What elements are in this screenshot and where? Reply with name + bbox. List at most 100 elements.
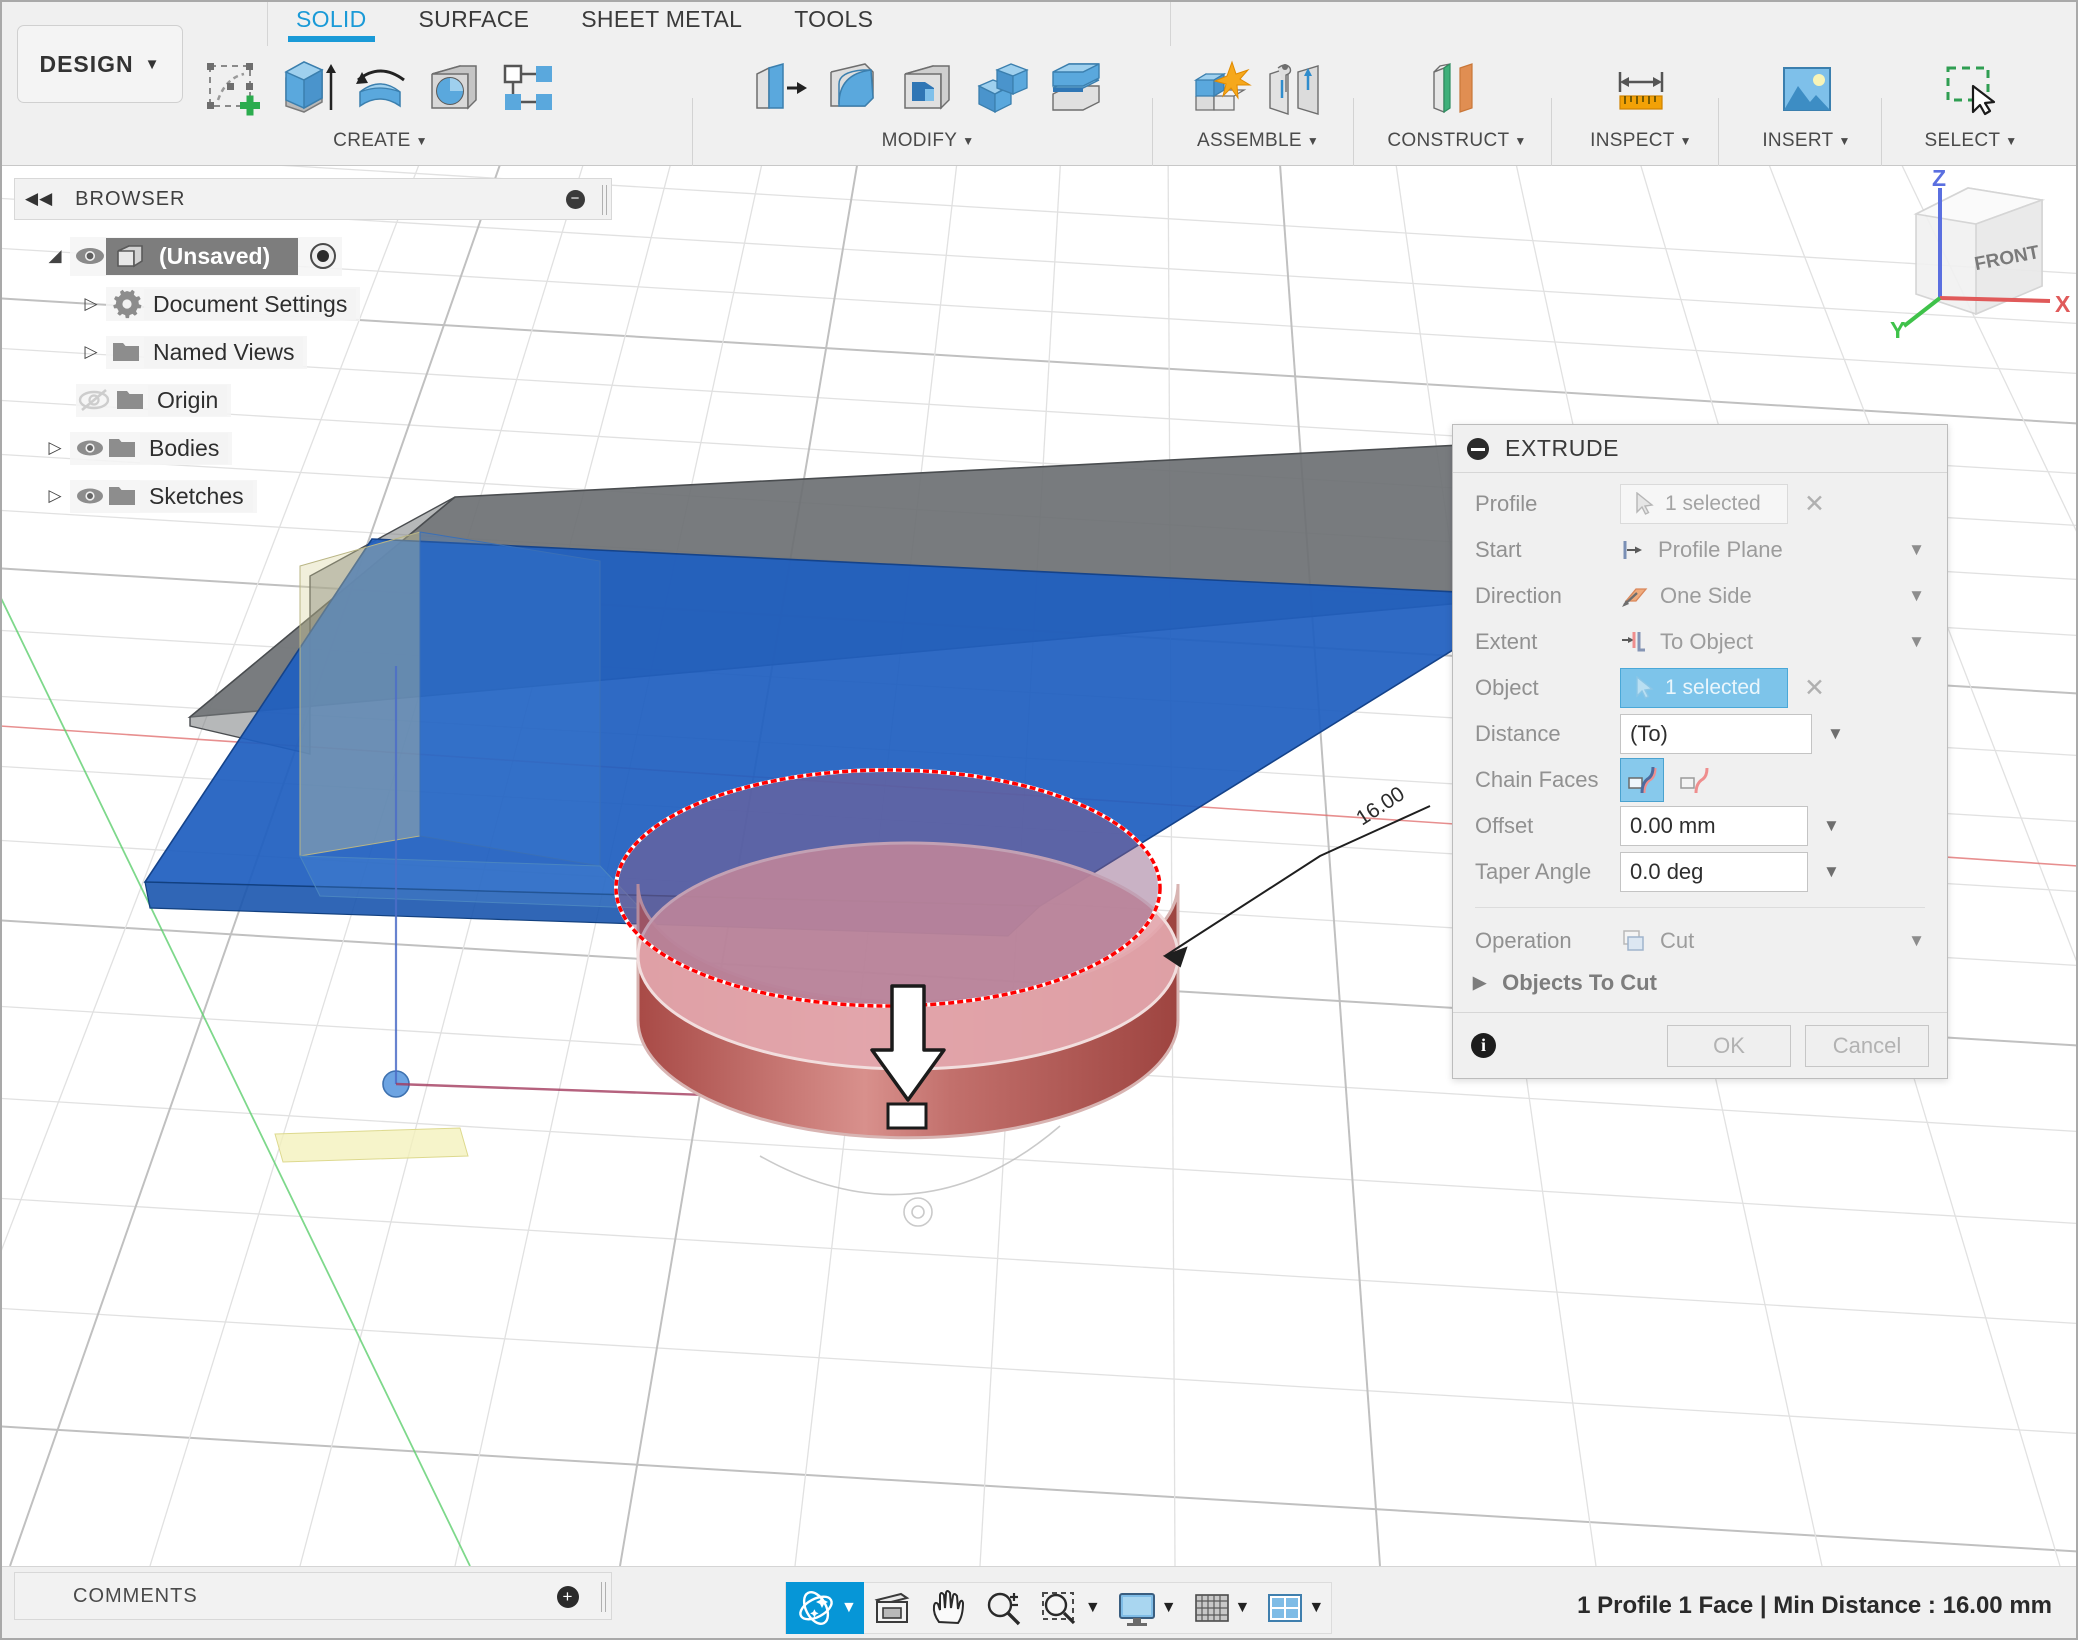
construction-plane-yellow — [300, 532, 420, 856]
joint-icon[interactable] — [1258, 52, 1332, 126]
construction-plane-blue — [420, 532, 600, 866]
fillet-icon[interactable] — [817, 52, 891, 126]
measure-icon[interactable] — [1604, 52, 1678, 126]
extent-value-wrap: To Object — [1620, 629, 1753, 655]
chevron-down-icon[interactable]: ▼ — [1823, 816, 1840, 836]
direction-label: Direction — [1475, 583, 1620, 609]
chevron-down-icon[interactable]: ▼ — [1823, 862, 1840, 882]
operation-dropdown[interactable]: Cut ▼ — [1620, 928, 1947, 954]
pattern-icon[interactable] — [492, 52, 566, 126]
unsaved-label-wrap: (Unsaved) — [106, 238, 298, 275]
clear-object-icon[interactable]: ✕ — [1804, 676, 1825, 701]
objects-to-cut-expander[interactable]: ▶ Objects To Cut — [1453, 964, 1947, 1010]
tree-item-unsaved[interactable]: ◢ (Unsaved) — [14, 232, 614, 280]
hole-icon[interactable] — [418, 52, 492, 126]
extent-dropdown[interactable]: To Object ▼ — [1620, 629, 1947, 655]
start-dropdown[interactable]: Profile Plane ▼ — [1620, 537, 1947, 563]
tab-solid[interactable]: SOLID — [270, 0, 393, 46]
comments-panel[interactable]: COMMENTS + — [14, 1572, 612, 1620]
tree-item-label: Document Settings — [144, 289, 356, 320]
display-settings-button[interactable]: ▼ — [1108, 1582, 1184, 1634]
chain-faces-off-button[interactable] — [1672, 758, 1716, 802]
split-face-icon[interactable] — [1039, 52, 1113, 126]
cancel-button[interactable]: Cancel — [1805, 1025, 1929, 1067]
tree-item-bodies[interactable]: ▷ Bodies — [14, 424, 614, 472]
expand-arrow-icon[interactable]: ▷ — [76, 294, 106, 314]
ribbon-group-construct-label[interactable]: CONSTRUCT ▼ — [1387, 130, 1526, 152]
distance-input[interactable]: (To) — [1620, 714, 1812, 754]
tree-item-named-views[interactable]: ▷ Named Views — [14, 328, 614, 376]
combine-icon[interactable] — [965, 52, 1039, 126]
eye-hidden-icon[interactable] — [76, 386, 114, 414]
expand-arrow-icon[interactable]: ▷ — [40, 486, 70, 506]
zoom-window-button[interactable]: ▼ — [1032, 1582, 1108, 1634]
chevron-down-icon: ▼ — [1838, 134, 1850, 148]
pan-button[interactable] — [920, 1582, 976, 1634]
grid-snap-button[interactable]: ▼ — [1184, 1582, 1258, 1634]
collapse-browser-icon[interactable]: ◀◀ — [25, 189, 53, 209]
browser-title: BROWSER — [75, 188, 185, 211]
inspect-icons — [1604, 46, 1678, 130]
ribbon-group-create-label[interactable]: CREATE ▼ — [333, 130, 428, 152]
browser-resize-grip[interactable] — [602, 185, 607, 215]
press-pull-icon[interactable] — [743, 52, 817, 126]
offset-plane-icon[interactable] — [1420, 52, 1494, 126]
object-select-field[interactable]: 1 selected — [1620, 668, 1788, 708]
ribbon-group-assemble-label[interactable]: ASSEMBLE ▼ — [1197, 130, 1319, 152]
tab-sheet-metal[interactable]: SHEET METAL — [555, 0, 768, 46]
collapse-dialog-icon[interactable] — [1467, 438, 1489, 460]
revolve-icon[interactable] — [344, 52, 418, 126]
one-side-icon — [1620, 583, 1648, 609]
expand-arrow-icon[interactable]: ▷ — [40, 438, 70, 458]
extent-value: To Object — [1660, 629, 1753, 655]
tab-surface[interactable]: SURFACE — [393, 0, 556, 46]
minimize-icon[interactable]: − — [566, 190, 585, 209]
eye-visible-icon[interactable] — [74, 483, 106, 509]
zoom-button[interactable] — [976, 1582, 1032, 1634]
eye-visible-icon[interactable] — [74, 243, 106, 269]
direction-dropdown[interactable]: One Side ▼ — [1620, 583, 1947, 609]
extrude-icon[interactable] — [270, 52, 344, 126]
viewports-button[interactable]: ▼ — [1257, 1582, 1331, 1634]
expand-arrow-icon[interactable]: ▷ — [76, 342, 106, 362]
look-at-button[interactable] — [864, 1582, 920, 1634]
create-sketch-icon[interactable] — [196, 52, 270, 126]
tree-item-origin[interactable]: Origin — [14, 376, 614, 424]
tree-item-document-settings[interactable]: ▷ Document Settings — [14, 280, 614, 328]
chevron-down-icon[interactable]: ▼ — [1827, 724, 1844, 744]
clear-profile-icon[interactable]: ✕ — [1804, 492, 1825, 517]
comments-resize-grip[interactable] — [601, 1582, 606, 1612]
extrude-dialog-body: Profile 1 selected ✕ Start — [1453, 473, 1947, 1012]
dialog-divider — [1475, 907, 1925, 908]
tree-item-sketches[interactable]: ▷ Sketches — [14, 472, 614, 520]
chain-faces-on-button[interactable] — [1620, 758, 1664, 802]
profile-select-field[interactable]: 1 selected — [1620, 484, 1788, 524]
taper-angle-input[interactable]: 0.0 deg — [1620, 852, 1808, 892]
offset-input[interactable]: 0.00 mm — [1620, 806, 1808, 846]
view-cube[interactable]: FRONT Z X Y — [1872, 166, 2078, 386]
ribbon-group-insert-label[interactable]: INSERT ▼ — [1762, 130, 1850, 152]
construct-icons — [1420, 46, 1494, 130]
folder-icon — [106, 434, 140, 462]
ribbon-separator-2 — [1152, 98, 1153, 166]
insert-image-icon[interactable] — [1770, 52, 1844, 126]
info-icon[interactable]: i — [1471, 1033, 1496, 1058]
expand-arrow-icon[interactable]: ◢ — [40, 246, 70, 266]
ok-button[interactable]: OK — [1667, 1025, 1791, 1067]
eye-visible-icon[interactable] — [74, 435, 106, 461]
activate-component-radio[interactable] — [308, 241, 338, 271]
ribbon-group-modify-label[interactable]: MODIFY ▼ — [882, 130, 975, 152]
new-component-icon[interactable] — [1184, 52, 1258, 126]
orbit-button[interactable]: ▼ — [786, 1582, 864, 1634]
objects-to-cut-label: Objects To Cut — [1502, 970, 1657, 996]
shell-icon[interactable] — [891, 52, 965, 126]
operation-value-wrap: Cut — [1620, 928, 1694, 954]
field-chain-faces: Chain Faces — [1453, 757, 1947, 803]
add-comment-icon[interactable]: + — [557, 1586, 579, 1608]
window-select-icon[interactable] — [1934, 52, 2008, 126]
chevron-down-icon: ▼ — [1908, 931, 1925, 951]
tab-tools[interactable]: TOOLS — [768, 0, 899, 46]
ribbon-group-select-label[interactable]: SELECT ▼ — [1925, 130, 2018, 152]
ribbon-group-inspect-label[interactable]: INSPECT ▼ — [1590, 130, 1692, 152]
dimension-label-canvas: 16.00 — [1352, 782, 1409, 830]
